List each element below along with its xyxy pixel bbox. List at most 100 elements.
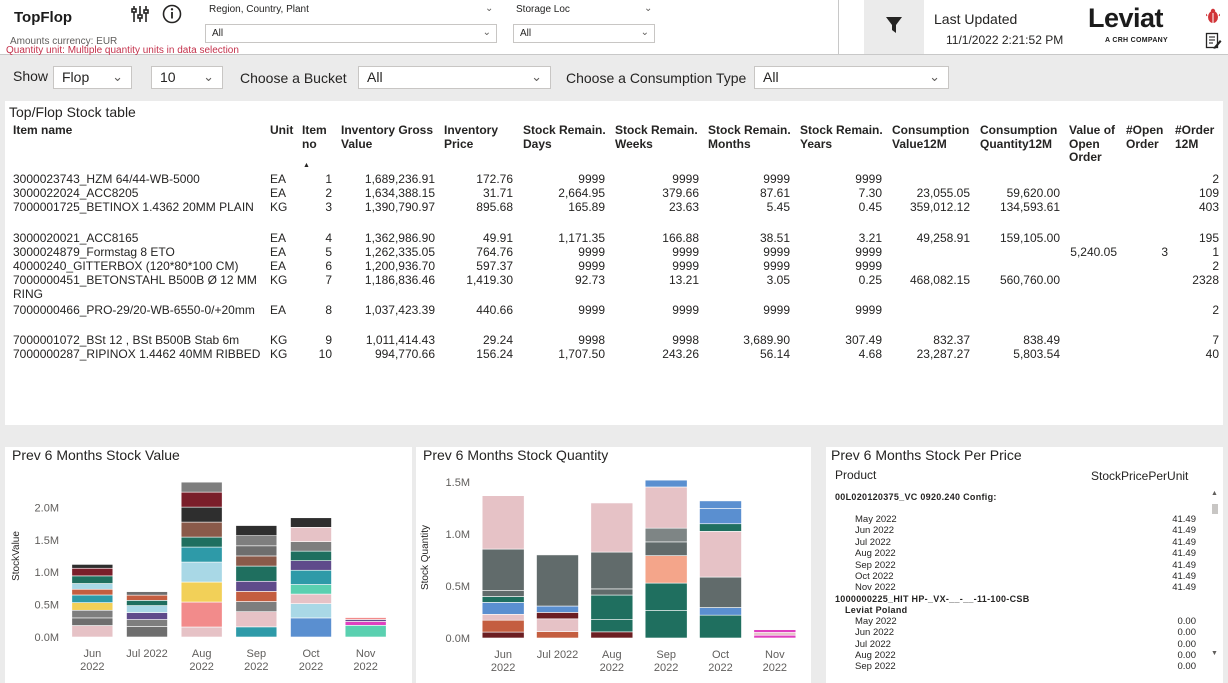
bar-segment[interactable] xyxy=(126,605,168,613)
bar-segment[interactable] xyxy=(753,634,797,639)
bar-segment[interactable] xyxy=(71,609,114,619)
bar-segment[interactable] xyxy=(481,602,525,615)
scroll-up-icon[interactable]: ▲ xyxy=(1211,490,1218,497)
bar-segment[interactable] xyxy=(180,506,223,523)
col-header-item-no[interactable]: Item no xyxy=(302,123,332,151)
bar-segment[interactable] xyxy=(590,502,634,553)
matrix-scrollbar[interactable]: ▲ ▼ xyxy=(1210,490,1220,666)
bar-segment[interactable] xyxy=(536,605,579,613)
chevron-down-icon[interactable]: ⌄ xyxy=(644,3,652,14)
bar-segment[interactable] xyxy=(71,583,114,590)
bar-segment[interactable] xyxy=(290,593,332,604)
slicer-storage-dropdown[interactable]: All ⌄ xyxy=(513,24,655,43)
bar-segment[interactable] xyxy=(180,601,223,628)
bar-segment[interactable] xyxy=(536,618,579,632)
bar-segment[interactable] xyxy=(481,619,525,633)
bar-segment[interactable] xyxy=(590,551,634,590)
bar-segment[interactable] xyxy=(180,491,223,508)
bar-segment[interactable] xyxy=(126,626,168,638)
matrix-group-name[interactable]: 1000000225_HIT HP-_VX-__-__-11-100-CSB xyxy=(835,594,1030,604)
matrix-header-product[interactable]: Product xyxy=(835,468,876,482)
bar-segment[interactable] xyxy=(71,564,114,569)
bar-segment[interactable] xyxy=(644,486,688,529)
bar-segment[interactable] xyxy=(481,613,525,621)
bar-segment[interactable] xyxy=(290,550,332,561)
bar-segment[interactable] xyxy=(235,535,278,547)
bar-segment[interactable] xyxy=(180,481,223,493)
bar-segment[interactable] xyxy=(644,541,688,556)
col-header-inventory-price[interactable]: Inventory Price xyxy=(444,123,504,151)
matrix-group-sub[interactable]: Leviat Poland xyxy=(845,605,907,615)
bar-segment[interactable] xyxy=(126,600,168,606)
bar-segment[interactable] xyxy=(590,588,634,596)
bar-segment[interactable] xyxy=(644,479,688,488)
bar-segment[interactable] xyxy=(235,545,278,557)
bar-segment[interactable] xyxy=(180,536,223,548)
edit-notes-icon[interactable] xyxy=(1205,32,1222,54)
bar-segment[interactable] xyxy=(481,548,525,591)
bar-segment[interactable] xyxy=(290,569,332,585)
bar-segment[interactable] xyxy=(71,594,114,603)
bucket-dropdown[interactable]: All ⌄ xyxy=(358,66,551,89)
bar-segment[interactable] xyxy=(180,521,223,538)
bar-segment[interactable] xyxy=(590,619,634,633)
bar-segment[interactable] xyxy=(699,500,742,509)
bar-segment[interactable] xyxy=(536,612,579,620)
bar-segment[interactable] xyxy=(71,588,114,596)
bar-segment[interactable] xyxy=(71,617,114,626)
info-icon[interactable] xyxy=(162,4,182,29)
count-dropdown[interactable]: 10 ⌄ xyxy=(151,66,223,89)
bar-segment[interactable] xyxy=(753,629,797,633)
col-header-unit[interactable]: Unit xyxy=(270,123,293,138)
bar-segment[interactable] xyxy=(644,555,688,584)
bar-segment[interactable] xyxy=(180,561,223,583)
bar-segment[interactable] xyxy=(344,625,387,638)
bar-segment[interactable] xyxy=(290,541,332,552)
col-header-sr-years[interactable]: Stock Remain. Years xyxy=(800,123,885,151)
bar-segment[interactable] xyxy=(290,603,332,619)
col-header-consumption-value[interactable]: Consumption Value12M xyxy=(892,123,972,151)
scroll-thumb[interactable] xyxy=(1212,504,1218,514)
col-header-sr-days[interactable]: Stock Remain. Days xyxy=(523,123,608,151)
bar-segment[interactable] xyxy=(180,581,223,603)
bar-segment[interactable] xyxy=(235,555,278,567)
consumption-dropdown[interactable]: All ⌄ xyxy=(754,66,949,89)
matrix-header-value[interactable]: StockPricePerUnit xyxy=(1091,469,1188,483)
bar-segment[interactable] xyxy=(344,621,387,626)
show-dropdown[interactable]: Flop ⌄ xyxy=(53,66,132,89)
bar-segment[interactable] xyxy=(71,602,114,611)
bar-segment[interactable] xyxy=(235,601,278,612)
bar-segment[interactable] xyxy=(699,508,742,525)
bar-segment[interactable] xyxy=(699,614,742,639)
bar-segment[interactable] xyxy=(481,590,525,597)
bar-segment[interactable] xyxy=(290,560,332,571)
bar-segment[interactable] xyxy=(590,631,634,639)
slicer-region-dropdown[interactable]: All ⌄ xyxy=(205,24,497,43)
bar-segment[interactable] xyxy=(290,527,332,542)
bar-segment[interactable] xyxy=(126,591,168,596)
filter-pane-button[interactable] xyxy=(864,0,924,54)
bar-segment[interactable] xyxy=(753,632,797,636)
bar-segment[interactable] xyxy=(126,619,168,627)
bar-segment[interactable] xyxy=(536,554,579,607)
bug-icon[interactable] xyxy=(1205,8,1221,29)
bar-segment[interactable] xyxy=(590,594,634,620)
bar-segment[interactable] xyxy=(180,626,223,638)
scroll-down-icon[interactable]: ▼ xyxy=(1211,650,1218,657)
col-header-open-order-value[interactable]: Value of Open Order xyxy=(1069,123,1119,165)
bar-segment[interactable] xyxy=(126,612,168,620)
bar-segment[interactable] xyxy=(290,517,332,528)
bar-segment[interactable] xyxy=(699,576,742,608)
bar-segment[interactable] xyxy=(644,527,688,543)
bar-segment[interactable] xyxy=(290,617,332,638)
chevron-down-icon[interactable]: ⌄ xyxy=(485,3,493,14)
bar-segment[interactable] xyxy=(699,531,742,578)
bar-segment[interactable] xyxy=(71,567,114,577)
slicer-settings-icon[interactable] xyxy=(130,5,150,28)
col-header-sr-weeks[interactable]: Stock Remain. Weeks xyxy=(615,123,700,151)
col-header-item-name[interactable]: Item name xyxy=(13,123,72,138)
bar-segment[interactable] xyxy=(235,591,278,602)
col-header-inventory-gross[interactable]: Inventory Gross Value xyxy=(341,123,436,151)
bar-segment[interactable] xyxy=(699,607,742,616)
col-header-consumption-qty[interactable]: Consumption Quantity12M xyxy=(980,123,1065,151)
